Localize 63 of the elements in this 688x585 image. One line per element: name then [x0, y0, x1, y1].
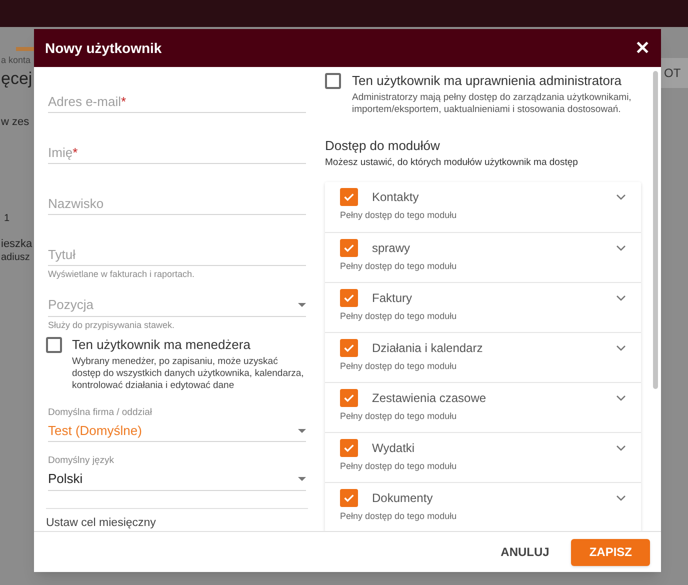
select-field[interactable]: Test (Domyślne) [48, 420, 306, 442]
module-name: Wydatki [372, 440, 416, 457]
scrollbar[interactable] [653, 71, 658, 389]
field-label: Domyślna firma / oddział [48, 406, 152, 420]
module-access-text: Pełny dostęp do tego modułu [340, 510, 457, 523]
section-label: Ustaw cel miesięczny [46, 516, 156, 530]
module-name: Faktury [372, 290, 414, 307]
description-text: Wybrany menedżer, po zapisaniu, może uzyskać dostęp do wszystkich danych użytkownika, kalendarza, kontrolować działania i edytować dane [72, 356, 305, 392]
module-access-text: Pełny dostęp do tego modułu [340, 360, 457, 373]
dialog-title: Nowy użytkownik [45, 38, 162, 58]
background-text: w zes [1, 116, 30, 130]
accent-bar [16, 47, 34, 51]
module-name: Kontakty [372, 188, 420, 206]
checkbox[interactable] [340, 338, 358, 357]
input-field[interactable]: Tytuł [48, 244, 306, 266]
chevron-down-icon[interactable] [616, 194, 626, 200]
checkbox[interactable] [340, 438, 358, 457]
input-field[interactable]: Nazwisko [48, 193, 306, 215]
chevron-down-icon[interactable] [616, 344, 626, 351]
checkbox-label: Ten użytkownik ma menedżera [72, 337, 252, 353]
checkbox[interactable] [340, 188, 358, 206]
field-label: Domyślny język [48, 454, 114, 468]
checkbox[interactable] [340, 488, 358, 507]
chevron-down-icon[interactable] [616, 394, 626, 401]
section-subtitle: Możesz ustawić, do których modułów użytkownik ma dostęp [325, 156, 578, 170]
checkbox[interactable] [340, 288, 358, 307]
section-title: Dostęp do modułów [325, 137, 440, 155]
dropdown-caret-icon[interactable] [298, 303, 306, 307]
hint-text: Wyświetlane w fakturach i raportach. [48, 268, 194, 281]
input-field[interactable]: Adres e-mail* [48, 91, 306, 113]
module-name: sprawy [372, 240, 412, 257]
close-button[interactable]: ✕ [635, 39, 650, 57]
checkbox-label: Ten użytkownik ma uprawnienia administratora [352, 73, 623, 89]
module-access-text: Pełny dostęp do tego modułu [340, 208, 457, 222]
dropdown-caret-icon[interactable] [298, 477, 306, 481]
select-field[interactable]: Pozycja [48, 294, 306, 316]
hint-text: Służy do przypisywania stawek. [48, 318, 175, 332]
select-field[interactable]: Polski [48, 468, 306, 490]
checkbox[interactable] [46, 337, 62, 353]
background-text: adiusz [1, 252, 30, 264]
save-button[interactable]: ZAPISZ [571, 538, 650, 566]
description-text: Administratorzy mają pełny dostęp do zarządzania użytkownikami, importem/eksportem, uaktualnieniami i stosowania dostosowań. [352, 92, 632, 116]
checkbox[interactable] [340, 238, 358, 257]
chevron-down-icon[interactable] [616, 294, 626, 301]
module-access-text: Pełny dostęp do tego modułu [340, 310, 457, 323]
module-access-text: Pełny dostęp do tego modułu [340, 460, 457, 473]
background-text: a konta [1, 55, 31, 66]
module-name: Dokumenty [372, 490, 434, 507]
chevron-down-icon[interactable] [616, 444, 626, 451]
module-access-text: Pełny dostęp do tego modułu [340, 260, 457, 273]
chevron-down-icon[interactable] [616, 494, 626, 501]
background-text: ęcej [1, 68, 32, 90]
module-name: Działania i kalendarz [372, 340, 484, 357]
module-access-text: Pełny dostęp do tego modułu [340, 410, 457, 423]
cancel-button[interactable]: ANULUJ [496, 538, 554, 566]
background-text: ieszka [1, 238, 32, 252]
dropdown-caret-icon[interactable] [298, 428, 306, 433]
background-text: 1 [4, 213, 10, 226]
checkbox[interactable] [340, 388, 358, 407]
chevron-down-icon[interactable] [616, 244, 626, 251]
checkbox[interactable] [325, 73, 341, 89]
input-field[interactable]: Imię* [48, 142, 306, 164]
module-name: Zestawienia czasowe [372, 390, 488, 407]
